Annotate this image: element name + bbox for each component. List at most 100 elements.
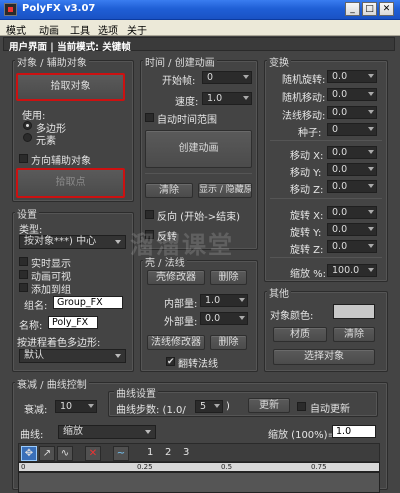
timing-group-title: 时间 / 创建动画 <box>143 54 217 69</box>
curve-graph[interactable] <box>18 472 380 493</box>
menu-mode[interactable]: 模式 <box>6 22 26 37</box>
flip-normal-label: 翻转法线 <box>178 359 218 370</box>
random-rotate-label: 随机旋转: <box>282 75 326 86</box>
color-by-progress-label: 按进程着色多边形: <box>17 338 101 349</box>
inner-amount-label: 内部量: <box>164 299 198 310</box>
clear-animation-button[interactable]: 清除 <box>145 183 193 198</box>
curve-3-tab[interactable]: 3 <box>183 447 189 458</box>
direction-helper-checkbox[interactable] <box>19 154 28 163</box>
speed-label: 速度: <box>175 97 199 108</box>
create-animation-button[interactable]: 创建动画 <box>145 130 252 168</box>
clear-color-button[interactable]: 清除 <box>333 327 375 342</box>
move-x-spinner[interactable]: 0.0 <box>327 146 377 159</box>
delete-point-icon[interactable]: ✕ <box>85 446 101 461</box>
curve-scale-field[interactable]: 1.0 <box>332 425 376 438</box>
random-move-spinner[interactable]: 0.0 <box>327 88 377 101</box>
select-object-button[interactable]: 选择对象 <box>273 349 375 365</box>
move-y-spinner[interactable]: 0.0 <box>327 163 377 176</box>
other-group-title: 其他 <box>267 285 291 300</box>
move-z-spinner[interactable]: 0.0 <box>327 180 377 193</box>
add-to-group-label: 添加到组 <box>31 285 71 296</box>
ruler-tick-0: 0 <box>21 463 26 471</box>
material-button[interactable]: 材质 <box>273 327 327 342</box>
group-name-field[interactable]: Group_FX <box>53 296 123 309</box>
auto-range-checkbox[interactable] <box>145 113 154 122</box>
settings-group-title: 设置 <box>15 206 39 221</box>
auto-update-checkbox[interactable] <box>297 402 306 411</box>
menu-tools[interactable]: 工具 <box>70 22 90 37</box>
start-frame-label: 开始帧: <box>162 76 196 87</box>
rotate-z-spinner[interactable]: 0.0 <box>327 240 377 253</box>
curve-label: 曲线: <box>20 430 44 441</box>
decay-label: 衰减: <box>24 405 48 416</box>
move-z-label: 移动 Z: <box>290 185 324 196</box>
curve-steps-suffix: ) <box>226 401 230 412</box>
menu-options[interactable]: 选项 <box>98 22 118 37</box>
seed-label: 种子: <box>298 128 322 139</box>
seed-spinner[interactable]: 0 <box>327 123 377 136</box>
rollout-header-text: 用户界面 | 当前模式: 关键帧 <box>9 42 131 53</box>
flip-normal-checkbox[interactable]: ✔ <box>166 357 175 367</box>
move-y-label: 移动 Y: <box>290 168 322 179</box>
corner-icon[interactable]: ∿ <box>57 446 73 461</box>
show-hide-original-button[interactable]: 显示 / 隐藏原对 <box>198 183 252 198</box>
pick-object-button[interactable]: 拾取对象 <box>16 73 125 101</box>
delete-shell-button[interactable]: 删除 <box>210 270 247 285</box>
start-frame-spinner[interactable]: 0 <box>202 71 252 84</box>
curve-dropdown[interactable]: 缩放 <box>58 425 156 439</box>
group-name-label: 组名: <box>24 301 48 312</box>
curve-steps-spinner[interactable]: 5 <box>195 400 223 413</box>
curve-settings-title: 曲线设置 <box>114 385 158 400</box>
use-element-radio[interactable] <box>23 133 32 142</box>
close-button[interactable]: ✕ <box>379 2 394 16</box>
name-field[interactable]: Poly_FX <box>48 316 98 329</box>
object-color-swatch[interactable] <box>333 304 375 319</box>
inner-amount-spinner[interactable]: 1.0 <box>200 294 248 307</box>
anim-visible-checkbox[interactable] <box>19 270 28 279</box>
normal-move-spinner[interactable]: 0.0 <box>327 106 377 119</box>
curve-1-tab[interactable]: 1 <box>147 447 153 458</box>
ruler-tick-05: 0.5 <box>221 463 233 471</box>
menu-animation[interactable]: 动画 <box>39 22 59 37</box>
transform-separator-2 <box>270 198 382 199</box>
update-button[interactable]: 更新 <box>248 398 290 413</box>
rollout-header[interactable]: 用户界面 | 当前模式: 关键帧 <box>3 37 395 53</box>
maximize-button[interactable]: □ <box>362 2 377 16</box>
shell-modifier-button[interactable]: 壳修改器 <box>147 270 205 285</box>
reverse-checkbox[interactable] <box>145 210 154 219</box>
use-element-label: 元素 <box>36 136 56 147</box>
decay-spinner[interactable]: 10 <box>55 400 97 413</box>
curve-ruler: 0 0.25 0.5 0.75 <box>18 462 380 472</box>
type-dropdown[interactable]: 按对象***) 中心 <box>19 235 126 249</box>
ruler-tick-075: 0.75 <box>311 463 327 471</box>
normal-modifier-button[interactable]: 法线修改器 <box>147 335 205 350</box>
scale-percent-spinner[interactable]: 100.0 <box>327 264 377 277</box>
pick-point-button[interactable]: 拾取点 <box>16 168 125 198</box>
delete-normal-button[interactable]: 删除 <box>210 335 247 350</box>
use-polygon-radio[interactable] <box>23 121 32 130</box>
menu-about[interactable]: 关于 <box>127 22 147 37</box>
decay-group-title: 衰减 / 曲线控制 <box>15 376 89 391</box>
insert-point-icon[interactable]: ↗ <box>39 446 55 461</box>
minimize-button[interactable]: _ <box>345 2 360 16</box>
auto-range-label: 自动时间范围 <box>157 115 217 126</box>
curve-2-tab[interactable]: 2 <box>165 447 171 458</box>
realtime-checkbox[interactable] <box>19 257 28 266</box>
speed-spinner[interactable]: 1.0 <box>202 92 252 105</box>
outer-amount-label: 外部量: <box>164 317 198 328</box>
rotate-z-label: 旋转 Z: <box>290 245 324 256</box>
curve-steps-label: 曲线步数: (1.0/ <box>116 405 186 416</box>
add-to-group-checkbox[interactable] <box>19 283 28 292</box>
wave-icon[interactable]: ~ <box>113 446 129 461</box>
normal-move-label: 法线移动: <box>282 111 326 122</box>
transform-group-title: 变换 <box>267 54 291 69</box>
title-bar: PolyFX v3.07 _ □ ✕ <box>0 0 400 20</box>
outer-amount-spinner[interactable]: 0.0 <box>200 312 248 325</box>
color-by-progress-dropdown[interactable]: 默认 <box>19 349 126 363</box>
rotate-x-spinner[interactable]: 0.0 <box>327 206 377 219</box>
window-title: PolyFX v3.07 <box>22 3 96 14</box>
random-rotate-spinner[interactable]: 0.0 <box>327 70 377 83</box>
rotate-y-spinner[interactable]: 0.0 <box>327 223 377 236</box>
move-points-icon[interactable]: ✥ <box>21 446 37 461</box>
transform-separator-3 <box>270 257 382 258</box>
